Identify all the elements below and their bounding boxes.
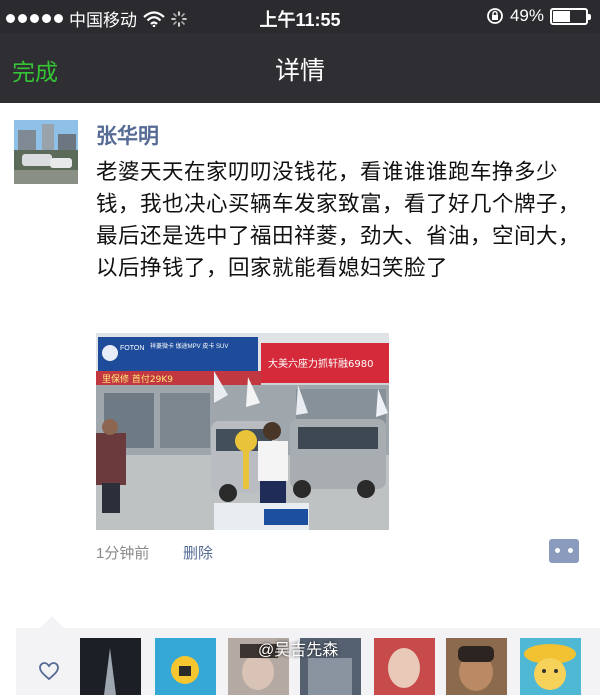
nav-bar: 完成 详情 xyxy=(0,33,600,103)
svg-text:里保修 首付29K9: 里保修 首付29K9 xyxy=(102,373,173,385)
rotation-lock-icon xyxy=(487,8,503,24)
battery-percent: 49% xyxy=(509,6,544,25)
page-title: 详情 xyxy=(274,57,325,85)
heart-icon xyxy=(39,662,59,681)
svg-text:祥菱微卡 伽途MPV 皮卡 SUV: 祥菱微卡 伽途MPV 皮卡 SUV xyxy=(150,342,228,350)
watermark-text: @吴吉先森 xyxy=(258,642,339,659)
avatar-image xyxy=(14,120,78,184)
svg-text:FOTON: FOTON xyxy=(120,345,144,352)
author-name[interactable]: 张华明 xyxy=(96,120,159,150)
battery-fill xyxy=(553,10,570,22)
liker-avatar[interactable] xyxy=(520,638,581,695)
like-area-pointer xyxy=(40,616,64,628)
liker-avatar[interactable] xyxy=(374,638,435,695)
liker-avatar[interactable] xyxy=(155,638,216,695)
post-text: 老婆天天在家叨叨没钱花，看谁谁谁跑车挣多少钱，我也决心买辆车发家致富，看了好几个… xyxy=(96,160,581,280)
comment-icon[interactable] xyxy=(549,539,579,563)
liker-avatar[interactable] xyxy=(80,638,141,695)
post-photo[interactable]: FOTON 祥菱微卡 伽途MPV 皮卡 SUV 大美六座力抓轩融6980 里保修… xyxy=(96,333,389,530)
author-avatar[interactable] xyxy=(14,120,78,184)
status-right: 49% xyxy=(486,6,591,26)
battery-icon xyxy=(550,7,591,25)
delete-button[interactable]: 删除 xyxy=(183,542,213,563)
dealership-photo: FOTON 祥菱微卡 伽途MPV 皮卡 SUV 大美六座力抓轩融6980 里保修… xyxy=(96,333,389,530)
liker-avatar[interactable] xyxy=(446,638,507,695)
post-timestamp: 1分钟前 xyxy=(96,545,150,562)
status-bar: 中国移动 上午11:55 49% xyxy=(0,0,600,33)
svg-text:大美六座力抓轩融6980: 大美六座力抓轩融6980 xyxy=(268,357,373,370)
